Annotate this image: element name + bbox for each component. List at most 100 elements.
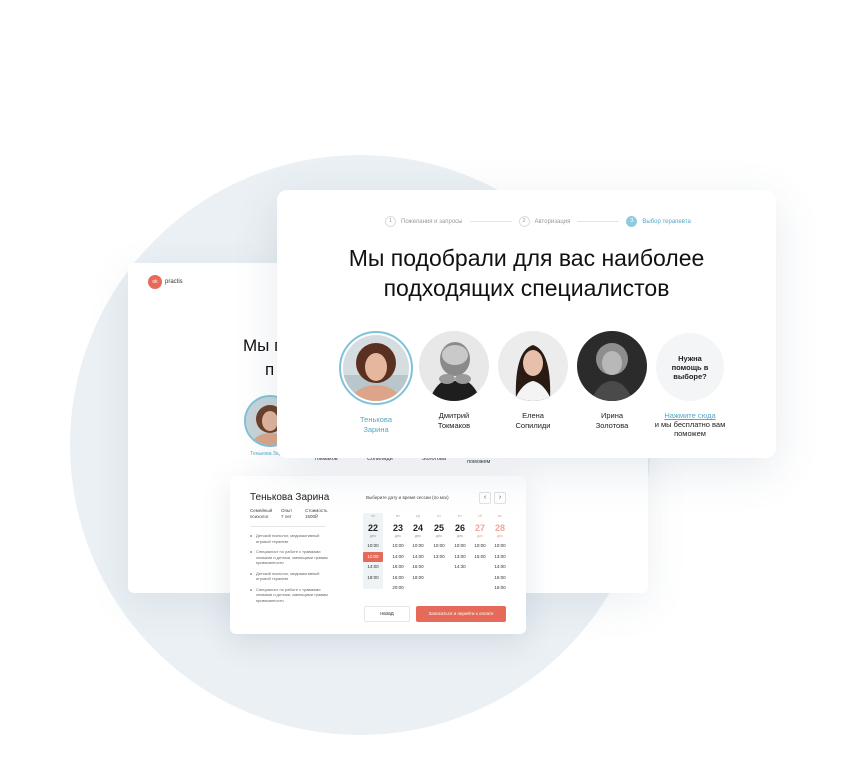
portrait-photo	[498, 331, 568, 401]
time-slot[interactable]: 16:00	[490, 583, 510, 594]
calendar-day[interactable]: чт 25 дек 10:00 13:00	[429, 513, 449, 562]
time-slot[interactable]: 16:00	[388, 562, 408, 573]
specialty-item: Детский психолог, медиаактивный игровой …	[250, 533, 334, 544]
time-slot[interactable]: 14:00	[363, 562, 383, 573]
calendar-day[interactable]: пн 22 дек 10:00 11:00 14:00 18:00	[363, 513, 383, 589]
day-day: 25	[433, 523, 444, 533]
help-choose-circle[interactable]: Нужна помощь в выборе?	[656, 333, 724, 401]
step-label-active: Выбор терапевта	[642, 218, 691, 225]
step-connector	[469, 221, 512, 222]
time-slot[interactable]: 16:00	[408, 562, 428, 573]
last-name: Золотова	[595, 420, 629, 430]
time-slot[interactable]: 13:00	[490, 552, 510, 563]
booking-divider	[250, 526, 326, 527]
specialist-card-tokmakov[interactable]: Дмитрий Токмаков	[417, 331, 491, 430]
specialty-list: Детский психолог, медиаактивный игровой …	[250, 533, 334, 608]
time-slot[interactable]: 18:00	[363, 573, 383, 584]
specialist-name: Тенькова Зарина	[339, 415, 413, 434]
time-slot[interactable]: 10:00	[470, 541, 490, 552]
day-month: дек	[476, 533, 484, 538]
prev-week-button[interactable]: ‹	[479, 492, 491, 504]
last-name: Сопилиди	[515, 420, 551, 430]
time-slot[interactable]: 10:00	[490, 541, 510, 552]
progress-steps: 1 Пожелания и запросы 2 Авторизация 3 Вы…	[385, 216, 691, 227]
last-name: Зарина	[363, 424, 389, 434]
booking-meta-experience: Опыт 7 лет	[281, 508, 292, 520]
first-name: Елена	[522, 411, 544, 420]
day-day: 22	[367, 523, 378, 533]
step-number: 2	[518, 216, 530, 227]
last-name: Токмаков	[437, 420, 471, 430]
time-slot[interactable]: 10:00	[363, 541, 383, 552]
specialty-item: Специалист по работе с травмами семьями …	[250, 549, 334, 566]
step-connector	[577, 221, 620, 222]
help-text: и мы бесплатно вам поможем	[654, 420, 726, 438]
time-slot[interactable]: 10:00	[429, 541, 449, 552]
book-and-pay-button[interactable]: Записаться и перейти к оплате	[416, 606, 506, 622]
time-slot[interactable]: 16:00	[388, 573, 408, 584]
time-slot-selected[interactable]: 11:00	[363, 551, 383, 562]
help-block: Нажмите сюда и мы бесплатно вам поможем	[652, 411, 728, 438]
booking-therapist-name: Тенькова Зарина	[250, 492, 330, 503]
time-slot[interactable]: 10:00	[408, 541, 428, 552]
calendar-day[interactable]: ср 24 дек 10:00 14:00 16:00 18:00	[408, 513, 428, 583]
day-month: дек	[369, 533, 377, 538]
portrait-photo	[577, 331, 647, 401]
specialist-avatar	[577, 331, 647, 401]
specialist-card-tenkova[interactable]: Тенькова Зарина	[339, 331, 413, 434]
specialty-item: Специалист по работе с травмами семьями …	[250, 587, 334, 604]
logo[interactable]: ok practis	[148, 275, 183, 289]
step-label: Пожелания и запросы	[401, 218, 463, 225]
experience-value: 7 лет	[281, 514, 292, 519]
price-value: 1500₽	[305, 514, 318, 519]
help-title: Нужна помощь в выборе?	[671, 353, 709, 381]
specialist-name: Дмитрий Токмаков	[417, 411, 491, 430]
calendar-day[interactable]: вт 23 дек 10:00 14:00 16:00 16:00 20:00	[388, 513, 408, 594]
next-week-button[interactable]: ›	[494, 492, 506, 504]
day-month: дек	[394, 533, 402, 538]
first-name: Тенькова	[360, 415, 392, 424]
calendar-day[interactable]: сб 27 дек 10:00 15:00	[470, 513, 490, 562]
booking-meta-role: Семейный психолог	[250, 508, 273, 519]
time-slot[interactable]: 16:00	[490, 573, 510, 584]
back-button[interactable]: назад	[364, 606, 410, 622]
page-title: Мы подобрали для вас наиболее подходящих…	[277, 243, 776, 303]
time-slot[interactable]: 13:00	[450, 552, 470, 563]
date-picker-label: Выберите дату и время сессии (по мск)	[366, 495, 449, 500]
specialist-card-sopilidi[interactable]: Елена Сопилиди	[496, 331, 570, 430]
time-slot[interactable]: 10:00	[450, 541, 470, 552]
portrait-photo	[343, 335, 409, 401]
day-day: 27	[474, 523, 485, 533]
chevron-left-icon: ‹	[483, 494, 487, 501]
time-slot[interactable]: 14:00	[408, 552, 428, 563]
logo-mark: ok	[148, 275, 162, 289]
step-number: 1	[385, 216, 396, 227]
time-slot[interactable]: 14:30	[450, 562, 470, 573]
help-link[interactable]: Нажмите сюда	[652, 411, 728, 420]
day-day: 23	[392, 523, 403, 533]
time-slot[interactable]: 15:00	[470, 552, 490, 563]
booking-meta-price: Стоимость 1500₽	[305, 508, 328, 520]
specialist-name: Елена Сопилиди	[496, 411, 570, 430]
day-day: 26	[454, 523, 465, 533]
time-slot[interactable]: 13:00	[429, 552, 449, 563]
first-name: Ирина	[600, 411, 624, 420]
calendar-day[interactable]: вс 28 дек 10:00 13:00 14:00 16:00 16:00	[490, 513, 510, 594]
time-slot[interactable]: 18:00	[408, 573, 428, 584]
time-slot[interactable]: 10:00	[388, 541, 408, 552]
title-line2: подходящих специалистов	[383, 275, 670, 301]
specialty-item: Детский психолог, медиаактивный игровой …	[250, 571, 334, 582]
time-slot[interactable]: 14:00	[388, 552, 408, 563]
specialist-avatar	[498, 331, 568, 401]
day-day: 28	[494, 523, 505, 533]
day-month: дек	[435, 533, 443, 538]
specialist-name: Ирина Золотова	[575, 411, 649, 430]
calendar-day[interactable]: пт 26 дек 10:00 13:00 14:30	[450, 513, 470, 573]
step-number-active: 3	[626, 216, 638, 227]
specialist-avatar	[339, 331, 413, 405]
time-slot[interactable]: 14:00	[490, 562, 510, 573]
day-month: дек	[456, 533, 464, 538]
portrait-photo	[419, 331, 489, 401]
specialist-card-zolotova[interactable]: Ирина Золотова	[575, 331, 649, 430]
time-slot[interactable]: 20:00	[388, 583, 408, 594]
